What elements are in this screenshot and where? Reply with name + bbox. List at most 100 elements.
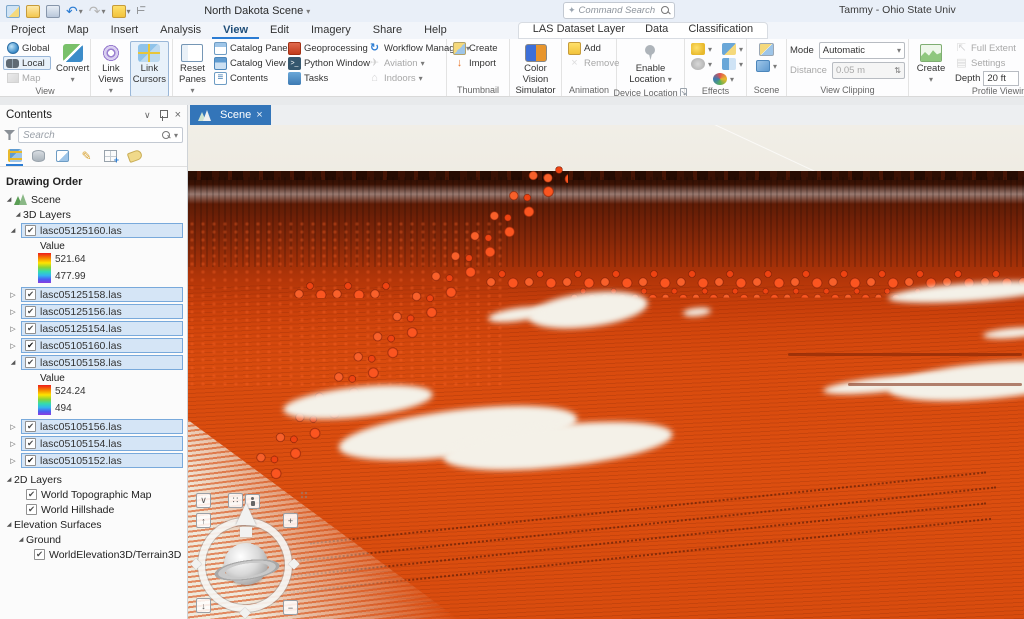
layer-checkbox[interactable]: ✔ xyxy=(26,489,37,500)
tab-labeling[interactable] xyxy=(126,149,143,166)
contents-button[interactable]: Contents xyxy=(211,71,283,85)
expander-icon[interactable]: ◢ xyxy=(4,521,14,528)
expander-icon[interactable]: ▷ xyxy=(8,457,18,465)
scene-3d-viewport[interactable]: ∨ ∷ ↑ + ↓ − xyxy=(188,125,1024,619)
effect-layer-blend-button[interactable]: ▾ xyxy=(719,42,746,56)
project-title[interactable]: North Dakota Scene▾ xyxy=(204,5,310,17)
effect-flicker-button[interactable]: ▾ xyxy=(710,72,737,86)
animation-remove-button[interactable]: ×Remove xyxy=(565,56,622,70)
layer-checkbox[interactable]: ✔ xyxy=(25,421,36,432)
depth-value-input[interactable]: 20 ft xyxy=(983,71,1019,86)
enable-location-button[interactable]: EnableLocation ▾ xyxy=(626,41,675,88)
expander-icon[interactable]: ◢ xyxy=(8,227,18,234)
tab-drawing-order[interactable] xyxy=(6,149,23,166)
tree-item-las-4[interactable]: ▷✔lasc05105160.las xyxy=(0,337,187,354)
save-project-button[interactable] xyxy=(46,3,60,19)
thumbnail-import-button[interactable]: ↓Import xyxy=(450,56,501,70)
expander-icon[interactable]: ▷ xyxy=(8,342,18,350)
convert-button[interactable]: Convert▾ xyxy=(53,41,92,86)
command-search-input[interactable]: ✦ Command Search (Alt+Q) xyxy=(563,2,675,19)
tasks-button[interactable]: Tasks xyxy=(285,71,363,85)
expander-icon[interactable]: ◢ xyxy=(4,476,14,483)
profile-create-button[interactable]: Create▾ xyxy=(912,41,950,86)
tree-item-2d-layers[interactable]: ◢2D Layers xyxy=(0,472,187,487)
expander-icon[interactable]: ▷ xyxy=(8,440,18,448)
clipping-distance-input[interactable]: 0.05 m⇅ xyxy=(832,62,905,79)
auto-hide-pin-icon[interactable] xyxy=(159,110,167,121)
catalog-pane-button[interactable]: Catalog Pane xyxy=(211,41,283,55)
tab-snapping[interactable] xyxy=(102,149,119,166)
catalog-view-button[interactable]: Catalog View xyxy=(211,56,283,70)
profile-depth-field[interactable]: Depth20 ft xyxy=(952,71,1022,85)
animation-add-button[interactable]: Add xyxy=(565,41,622,55)
tab-editing[interactable]: ✎ xyxy=(78,149,95,166)
layer-checkbox[interactable]: ✔ xyxy=(34,549,45,560)
tab-edit[interactable]: Edit xyxy=(259,23,300,39)
tree-item-las-7[interactable]: ▷✔lasc05105154.las xyxy=(0,435,187,452)
expander-icon[interactable]: ◢ xyxy=(16,536,26,543)
indoors-button[interactable]: Indoors▾ xyxy=(365,71,451,85)
layer-checkbox[interactable]: ✔ xyxy=(26,504,37,515)
close-icon[interactable]: × xyxy=(256,109,262,121)
navigator-down-button[interactable]: ↓ xyxy=(196,598,211,613)
tree-item-las-2[interactable]: ▷✔lasc05125156.las xyxy=(0,303,187,320)
python-window-button[interactable]: Python Window xyxy=(285,56,363,70)
effect-exposure-button[interactable]: ▾ xyxy=(688,42,715,56)
local-button[interactable]: Local xyxy=(3,56,51,70)
map-button[interactable]: Map xyxy=(3,71,51,85)
layer-checkbox[interactable]: ✔ xyxy=(25,455,36,466)
redo-button[interactable]: ↷▾ xyxy=(89,3,106,19)
tree-item-world-topographic[interactable]: ✔World Topographic Map xyxy=(0,487,187,502)
layer-checkbox[interactable]: ✔ xyxy=(25,225,36,236)
tab-classification[interactable]: Classification xyxy=(678,22,763,38)
geoprocessing-button[interactable]: Geoprocessing xyxy=(285,41,363,55)
tab-view[interactable]: View xyxy=(212,23,259,39)
customize-qat-button[interactable]: ⊢̅ xyxy=(137,3,145,19)
scene-cube-button[interactable]: ▾ xyxy=(753,59,780,73)
navigator-options-dots-icon[interactable] xyxy=(300,491,308,499)
tab-data-source[interactable] xyxy=(30,149,47,166)
navigator-up-button[interactable]: ↑ xyxy=(196,513,211,528)
expander-icon[interactable]: ▷ xyxy=(8,325,18,333)
tab-imagery[interactable]: Imagery xyxy=(300,23,362,39)
tab-analysis[interactable]: Analysis xyxy=(149,23,212,39)
layer-checkbox[interactable]: ✔ xyxy=(25,357,36,368)
expander-icon[interactable]: ▷ xyxy=(8,308,18,316)
layer-checkbox[interactable]: ✔ xyxy=(25,340,36,351)
close-panel-icon[interactable]: × xyxy=(175,109,181,121)
scene-properties-button[interactable] xyxy=(756,42,777,56)
link-views-button[interactable]: Link Views▾ xyxy=(94,41,128,97)
expander-icon[interactable]: ▷ xyxy=(8,423,18,431)
tab-map[interactable]: Map xyxy=(56,23,99,39)
zoom-in-button[interactable]: + xyxy=(283,513,298,528)
color-vision-simulator-button[interactable]: Color VisionSimulator ▾ xyxy=(512,41,558,97)
effect-lighting-button[interactable]: ▾ xyxy=(688,57,715,71)
link-cursors-button[interactable]: Link Cursors xyxy=(130,41,169,97)
open-project-button[interactable] xyxy=(26,3,40,19)
expander-icon[interactable]: ◢ xyxy=(8,359,18,366)
tab-insert[interactable]: Insert xyxy=(100,23,150,39)
signed-in-user[interactable]: Tammy - Ohio State Univ xyxy=(839,4,1024,16)
tree-item-las-3[interactable]: ▷✔lasc05125154.las xyxy=(0,320,187,337)
layer-checkbox[interactable]: ✔ xyxy=(25,289,36,300)
tree-item-ground[interactable]: ◢Ground xyxy=(0,532,187,547)
add-data-button[interactable]: ▾ xyxy=(112,3,131,19)
global-button[interactable]: Global xyxy=(3,41,51,55)
tree-item-3d-layers[interactable]: ◢3D Layers xyxy=(0,207,187,222)
tree-item-scene[interactable]: ◢Scene xyxy=(0,192,187,207)
undo-button[interactable]: ↶▾ xyxy=(66,3,83,19)
tree-item-las-1[interactable]: ▷✔lasc05125158.las xyxy=(0,286,187,303)
expander-icon[interactable]: ◢ xyxy=(4,196,14,203)
tab-project[interactable]: Project xyxy=(0,23,56,39)
scene-document-tab[interactable]: Scene × xyxy=(190,105,271,125)
reset-panes-button[interactable]: ResetPanes ▾ xyxy=(176,41,209,97)
tab-las-dataset-layer[interactable]: LAS Dataset Layer xyxy=(523,22,635,38)
tree-item-las-8[interactable]: ▷✔lasc05105152.las xyxy=(0,452,187,469)
tree-item-las-6[interactable]: ▷✔lasc05105156.las xyxy=(0,418,187,435)
layer-checkbox[interactable]: ✔ xyxy=(25,438,36,449)
tree-item-elevation-surfaces[interactable]: ◢Elevation Surfaces xyxy=(0,517,187,532)
effect-swipe-button[interactable]: ▾ xyxy=(719,57,746,71)
layer-checkbox[interactable]: ✔ xyxy=(25,306,36,317)
contents-search-input[interactable]: Search ▾ xyxy=(18,127,183,143)
tree-item-world-elevation[interactable]: ✔WorldElevation3D/Terrain3D xyxy=(0,547,187,562)
